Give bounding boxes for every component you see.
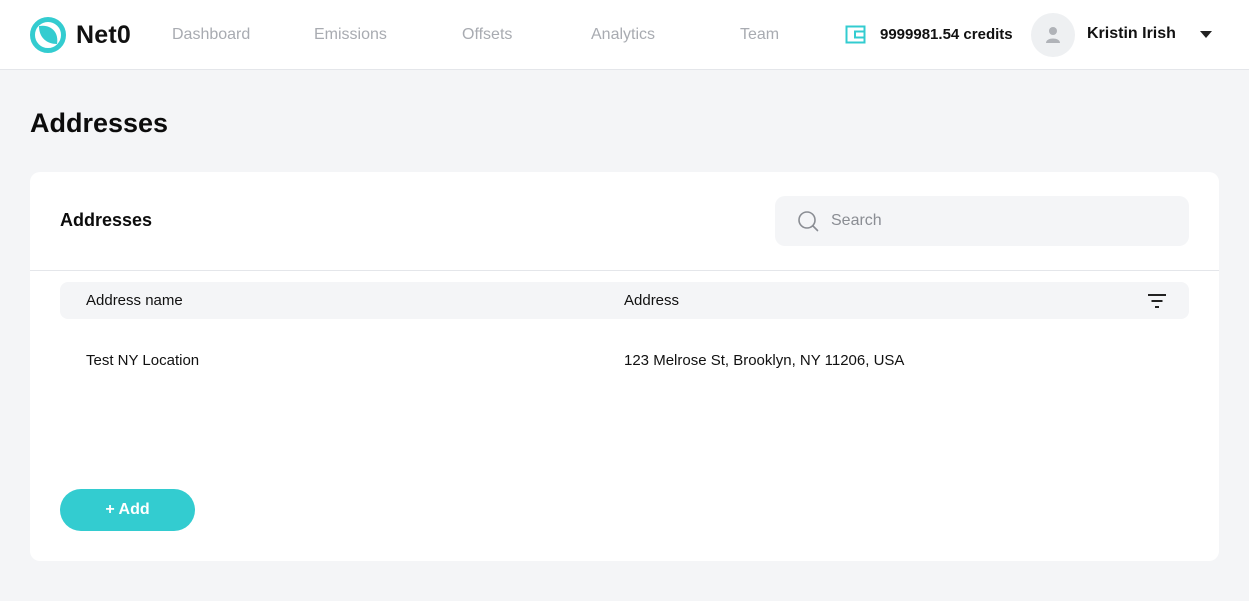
credits-balance: 9999981.54 credits: [845, 24, 1013, 45]
cell-address-name: Test NY Location: [86, 352, 200, 369]
brand-name: Net0: [76, 20, 131, 49]
user-avatar-icon: [1046, 27, 1060, 43]
nav-dashboard[interactable]: Dashboard: [172, 26, 250, 44]
cell-address: 123 Melrose St, Brooklyn, NY 11206, USA: [624, 352, 905, 369]
nav-analytics[interactable]: Analytics: [591, 26, 655, 44]
user-name[interactable]: Kristin Irish: [1087, 25, 1176, 43]
add-button[interactable]: + Add: [60, 489, 195, 531]
nav-emissions[interactable]: Emissions: [314, 26, 387, 44]
avatar[interactable]: [1031, 13, 1075, 57]
search-box[interactable]: [775, 196, 1189, 246]
card-divider: [30, 270, 1219, 271]
card-title: Addresses: [60, 210, 153, 230]
nav-offsets[interactable]: Offsets: [462, 26, 512, 44]
column-header-address[interactable]: Address: [624, 292, 679, 309]
table-row[interactable]: Test NY Location 123 Melrose St, Brookly…: [60, 340, 1189, 380]
column-header-address-name[interactable]: Address name: [86, 292, 183, 309]
net0-logo-icon: [30, 17, 66, 53]
nav-team[interactable]: Team: [740, 26, 779, 44]
page-title: Addresses: [30, 108, 169, 138]
addresses-card: Addresses Address name Address Test NY L…: [30, 172, 1219, 561]
brand[interactable]: Net0: [29, 16, 131, 54]
table-header: Address name Address: [60, 282, 1189, 319]
credits-text: 9999981.54 credits: [880, 26, 1013, 43]
filter-icon[interactable]: [1147, 292, 1167, 310]
search-icon: [798, 211, 819, 232]
top-navigation-bar: Net0 Dashboard Emissions Offsets Analyti…: [0, 0, 1249, 70]
search-input[interactable]: [831, 212, 1171, 230]
wallet-icon: [845, 25, 866, 44]
chevron-down-icon[interactable]: [1200, 31, 1212, 38]
